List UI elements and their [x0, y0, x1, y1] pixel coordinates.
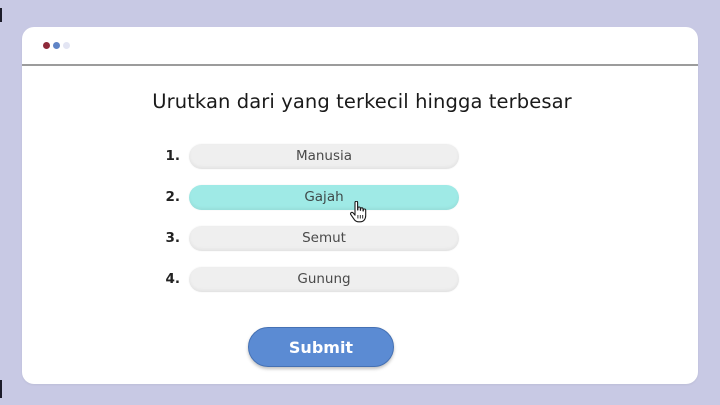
- order-option-semut[interactable]: Semut: [189, 226, 459, 251]
- order-item-1: 1. Manusia: [22, 144, 698, 170]
- close-dot-icon[interactable]: [43, 42, 50, 49]
- minimize-dot-icon[interactable]: [53, 42, 60, 49]
- quiz-window: Urutkan dari yang terkecil hingga terbes…: [22, 27, 698, 384]
- left-edge-mark-top: [0, 8, 2, 22]
- order-option-gunung[interactable]: Gunung: [189, 267, 459, 292]
- submit-button[interactable]: Submit: [248, 327, 394, 367]
- item-number: 1.: [165, 148, 180, 164]
- left-edge-mark-bottom: [0, 380, 2, 398]
- item-number: 3.: [165, 230, 180, 246]
- order-option-gajah[interactable]: Gajah: [189, 185, 459, 210]
- order-item-3: 3. Semut: [22, 226, 698, 252]
- window-titlebar: [22, 27, 698, 66]
- question-title: Urutkan dari yang terkecil hingga terbes…: [152, 90, 572, 113]
- item-number: 4.: [165, 271, 180, 287]
- item-number: 2.: [165, 189, 180, 205]
- order-item-4: 4. Gunung: [22, 267, 698, 293]
- hand-pointer-icon: [349, 201, 367, 223]
- maximize-dot-icon[interactable]: [63, 42, 70, 49]
- order-option-manusia[interactable]: Manusia: [189, 144, 459, 169]
